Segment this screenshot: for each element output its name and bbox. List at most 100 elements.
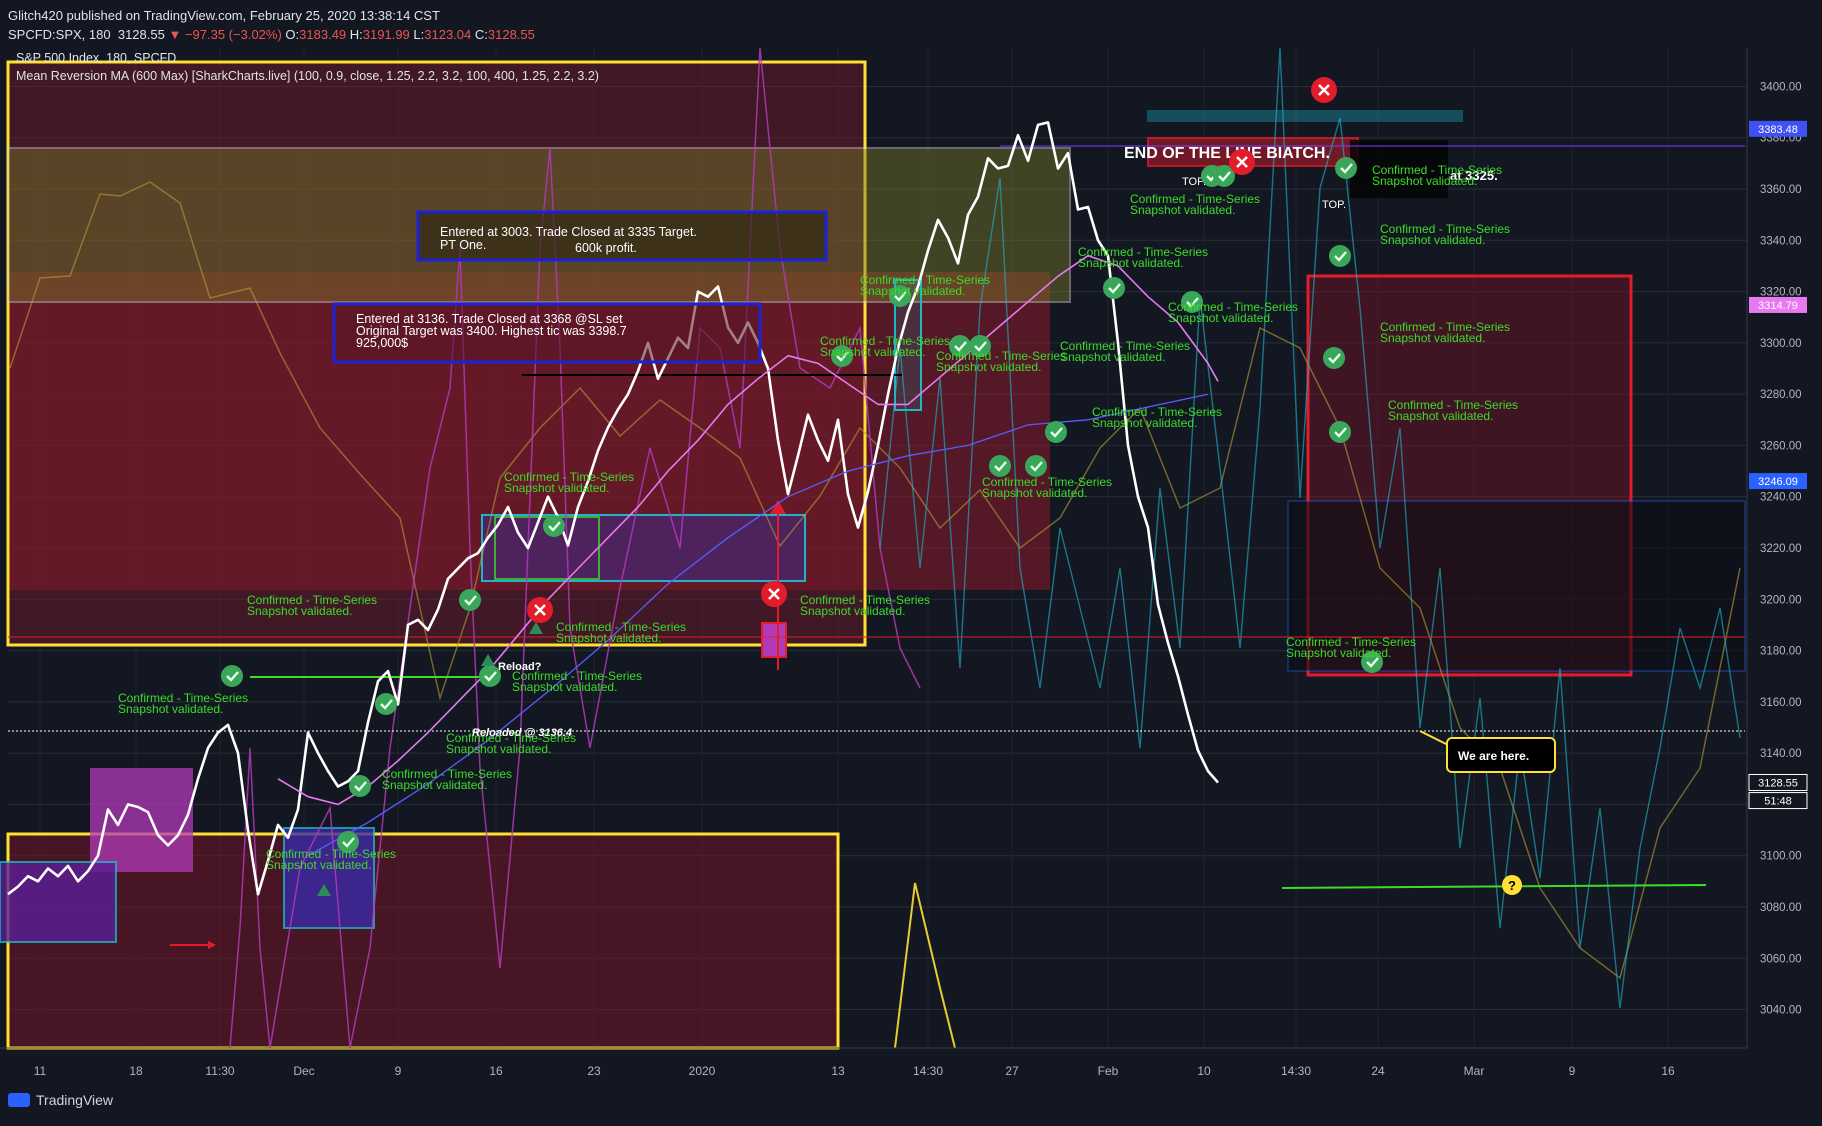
low-value: 3123.04 (424, 27, 472, 42)
y-tick-label: 3100.00 (1760, 851, 1802, 863)
price-tag-label: 51:48 (1764, 796, 1792, 808)
y-tick-label: 3260.00 (1760, 440, 1802, 452)
x-tick-label: 9 (395, 1064, 402, 1078)
blue-box-dec (283, 827, 375, 929)
check-icon (1329, 421, 1351, 443)
x-tick-label: 10 (1197, 1064, 1211, 1078)
confirmed-label-line2: Snapshot validated. (247, 604, 352, 618)
top-label-two: TOP. (1322, 199, 1346, 211)
y-tick-label: 3320.00 (1760, 287, 1802, 299)
brand-label: TradingView (36, 1092, 114, 1108)
ohlc-line: SPCFD:SPX, 180 3128.55 ▼ −97.35 (−3.02%)… (8, 25, 535, 44)
high-value: 3191.99 (362, 27, 410, 42)
y-tick-label: 3400.00 (1760, 81, 1802, 93)
publish-line: Glitch420 published on TradingView.com, … (8, 8, 440, 23)
confirmed-label-line2: Snapshot validated. (1092, 416, 1197, 430)
y-tick-label: 3280.00 (1760, 389, 1802, 401)
y-tick-label: 3200.00 (1760, 594, 1802, 606)
check-icon (989, 455, 1011, 477)
high-label: H: (349, 27, 363, 42)
x-tick-label: 27 (1005, 1064, 1019, 1078)
confirmed-label-line2: Snapshot validated. (820, 345, 925, 359)
x-tick-label: 9 (1569, 1064, 1576, 1078)
we-are-here-label: We are here. (1458, 749, 1529, 763)
confirmed-label-line2: Snapshot validated. (1388, 409, 1493, 423)
x-tick-label: 14:30 (913, 1064, 943, 1078)
x-tick-label: 11 (34, 1064, 47, 1078)
x-tick-label: Mar (1464, 1064, 1485, 1078)
confirmed-label-line2: Snapshot validated. (982, 486, 1087, 500)
y-tick-label: 3360.00 (1760, 184, 1802, 196)
y-tick-label: 3080.00 (1760, 902, 1802, 914)
check-icon (1045, 421, 1067, 443)
y-tick-label: 3240.00 (1760, 492, 1802, 504)
check-icon (479, 665, 501, 687)
confirmed-label-line2: Snapshot validated. (382, 778, 487, 792)
price-tag-label: 3314.79 (1758, 300, 1798, 312)
x-tick-label: 13 (831, 1064, 845, 1078)
question-mark: ? (1508, 878, 1516, 893)
confirmed-label-line2: Snapshot validated. (800, 604, 905, 618)
confirmed-label-line2: Snapshot validated. (860, 284, 965, 298)
x-tick-label: 24 (1371, 1064, 1385, 1078)
check-icon (349, 775, 371, 797)
confirmed-label-line2: Snapshot validated. (556, 631, 661, 645)
footer-brand[interactable]: TradingView (8, 1092, 113, 1108)
x-tick-label: 18 (129, 1064, 143, 1078)
price-change: ▼ −97.35 (−3.02%) (168, 27, 282, 42)
confirmed-label-line2: Snapshot validated. (504, 481, 609, 495)
confirmed-label-line2: Snapshot validated. (1130, 203, 1235, 217)
x-tick-label: 23 (587, 1064, 601, 1078)
tradingview-logo-icon (8, 1093, 30, 1107)
price-tag-label: 3246.09 (1758, 476, 1798, 488)
trade-box-two-line3: 925,000$ (356, 336, 408, 350)
purple-box-left (0, 861, 117, 943)
check-icon (1103, 277, 1125, 299)
red-square-marker (761, 622, 787, 658)
y-tick-label: 3060.00 (1760, 953, 1802, 965)
trade-box-one-line2: PT One. (440, 238, 486, 252)
confirmed-label-line2: Snapshot validated. (266, 858, 371, 872)
close-value: 3128.55 (487, 27, 535, 42)
end-line-label: END OF THE LINE BIATCH. (1124, 145, 1330, 162)
x-tick-label: 16 (1661, 1064, 1675, 1078)
confirmed-label-line2: Snapshot validated. (1380, 331, 1485, 345)
y-tick-label: 3340.00 (1760, 235, 1802, 247)
legend-indicator: Mean Reversion MA (600 Max) [SharkCharts… (16, 69, 599, 83)
top-blue-box (1147, 110, 1463, 122)
confirmed-label-line2: Snapshot validated. (1060, 350, 1165, 364)
price-tag-label: 3128.55 (1758, 777, 1798, 789)
y-tick-label: 3040.00 (1760, 1005, 1802, 1017)
y-tick-label: 3140.00 (1760, 748, 1802, 760)
trade-box-one-line3: 600k profit. (575, 241, 637, 255)
chart-header: Glitch420 published on TradingView.com, … (8, 6, 535, 44)
check-icon (1329, 245, 1351, 267)
legend-title: S&P 500 Index, 180, SPCFD (16, 51, 176, 65)
x-tick-label: 11:30 (205, 1064, 234, 1078)
last-price: 3128.55 (117, 27, 165, 42)
x-tick-label: 14:30 (1281, 1064, 1311, 1078)
x-tick-label: 16 (489, 1064, 503, 1078)
price-tag-label: 3383.48 (1758, 124, 1798, 136)
y-tick-label: 3160.00 (1760, 697, 1802, 709)
x-tick-label: Feb (1098, 1064, 1119, 1078)
price-chart[interactable]: Entered at 3003. Trade Closed at 3335 Ta… (0, 48, 1822, 1088)
confirmed-label-line2: Snapshot validated. (446, 742, 551, 756)
confirmed-label-line2: Snapshot validated. (1078, 256, 1183, 270)
confirmed-label-line2: Snapshot validated. (512, 680, 617, 694)
close-label: C: (474, 27, 488, 42)
check-icon (1025, 455, 1047, 477)
y-tick-label: 3300.00 (1760, 338, 1802, 350)
check-icon (1335, 157, 1357, 179)
x-tick-label: Dec (293, 1064, 314, 1078)
y-tick-label: 3220.00 (1760, 543, 1802, 555)
confirmed-label-line2: Snapshot validated. (1168, 311, 1273, 325)
confirmed-label-line2: Snapshot validated. (1372, 174, 1477, 188)
open-value: 3183.49 (299, 27, 347, 42)
low-label: L: (413, 27, 425, 42)
confirmed-label-line2: Snapshot validated. (936, 360, 1041, 374)
check-icon (1323, 347, 1345, 369)
check-icon (375, 693, 397, 715)
symbol-label: SPCFD:SPX, 180 (8, 27, 111, 42)
trade-box-one-line1: Entered at 3003. Trade Closed at 3335 Ta… (440, 225, 697, 239)
